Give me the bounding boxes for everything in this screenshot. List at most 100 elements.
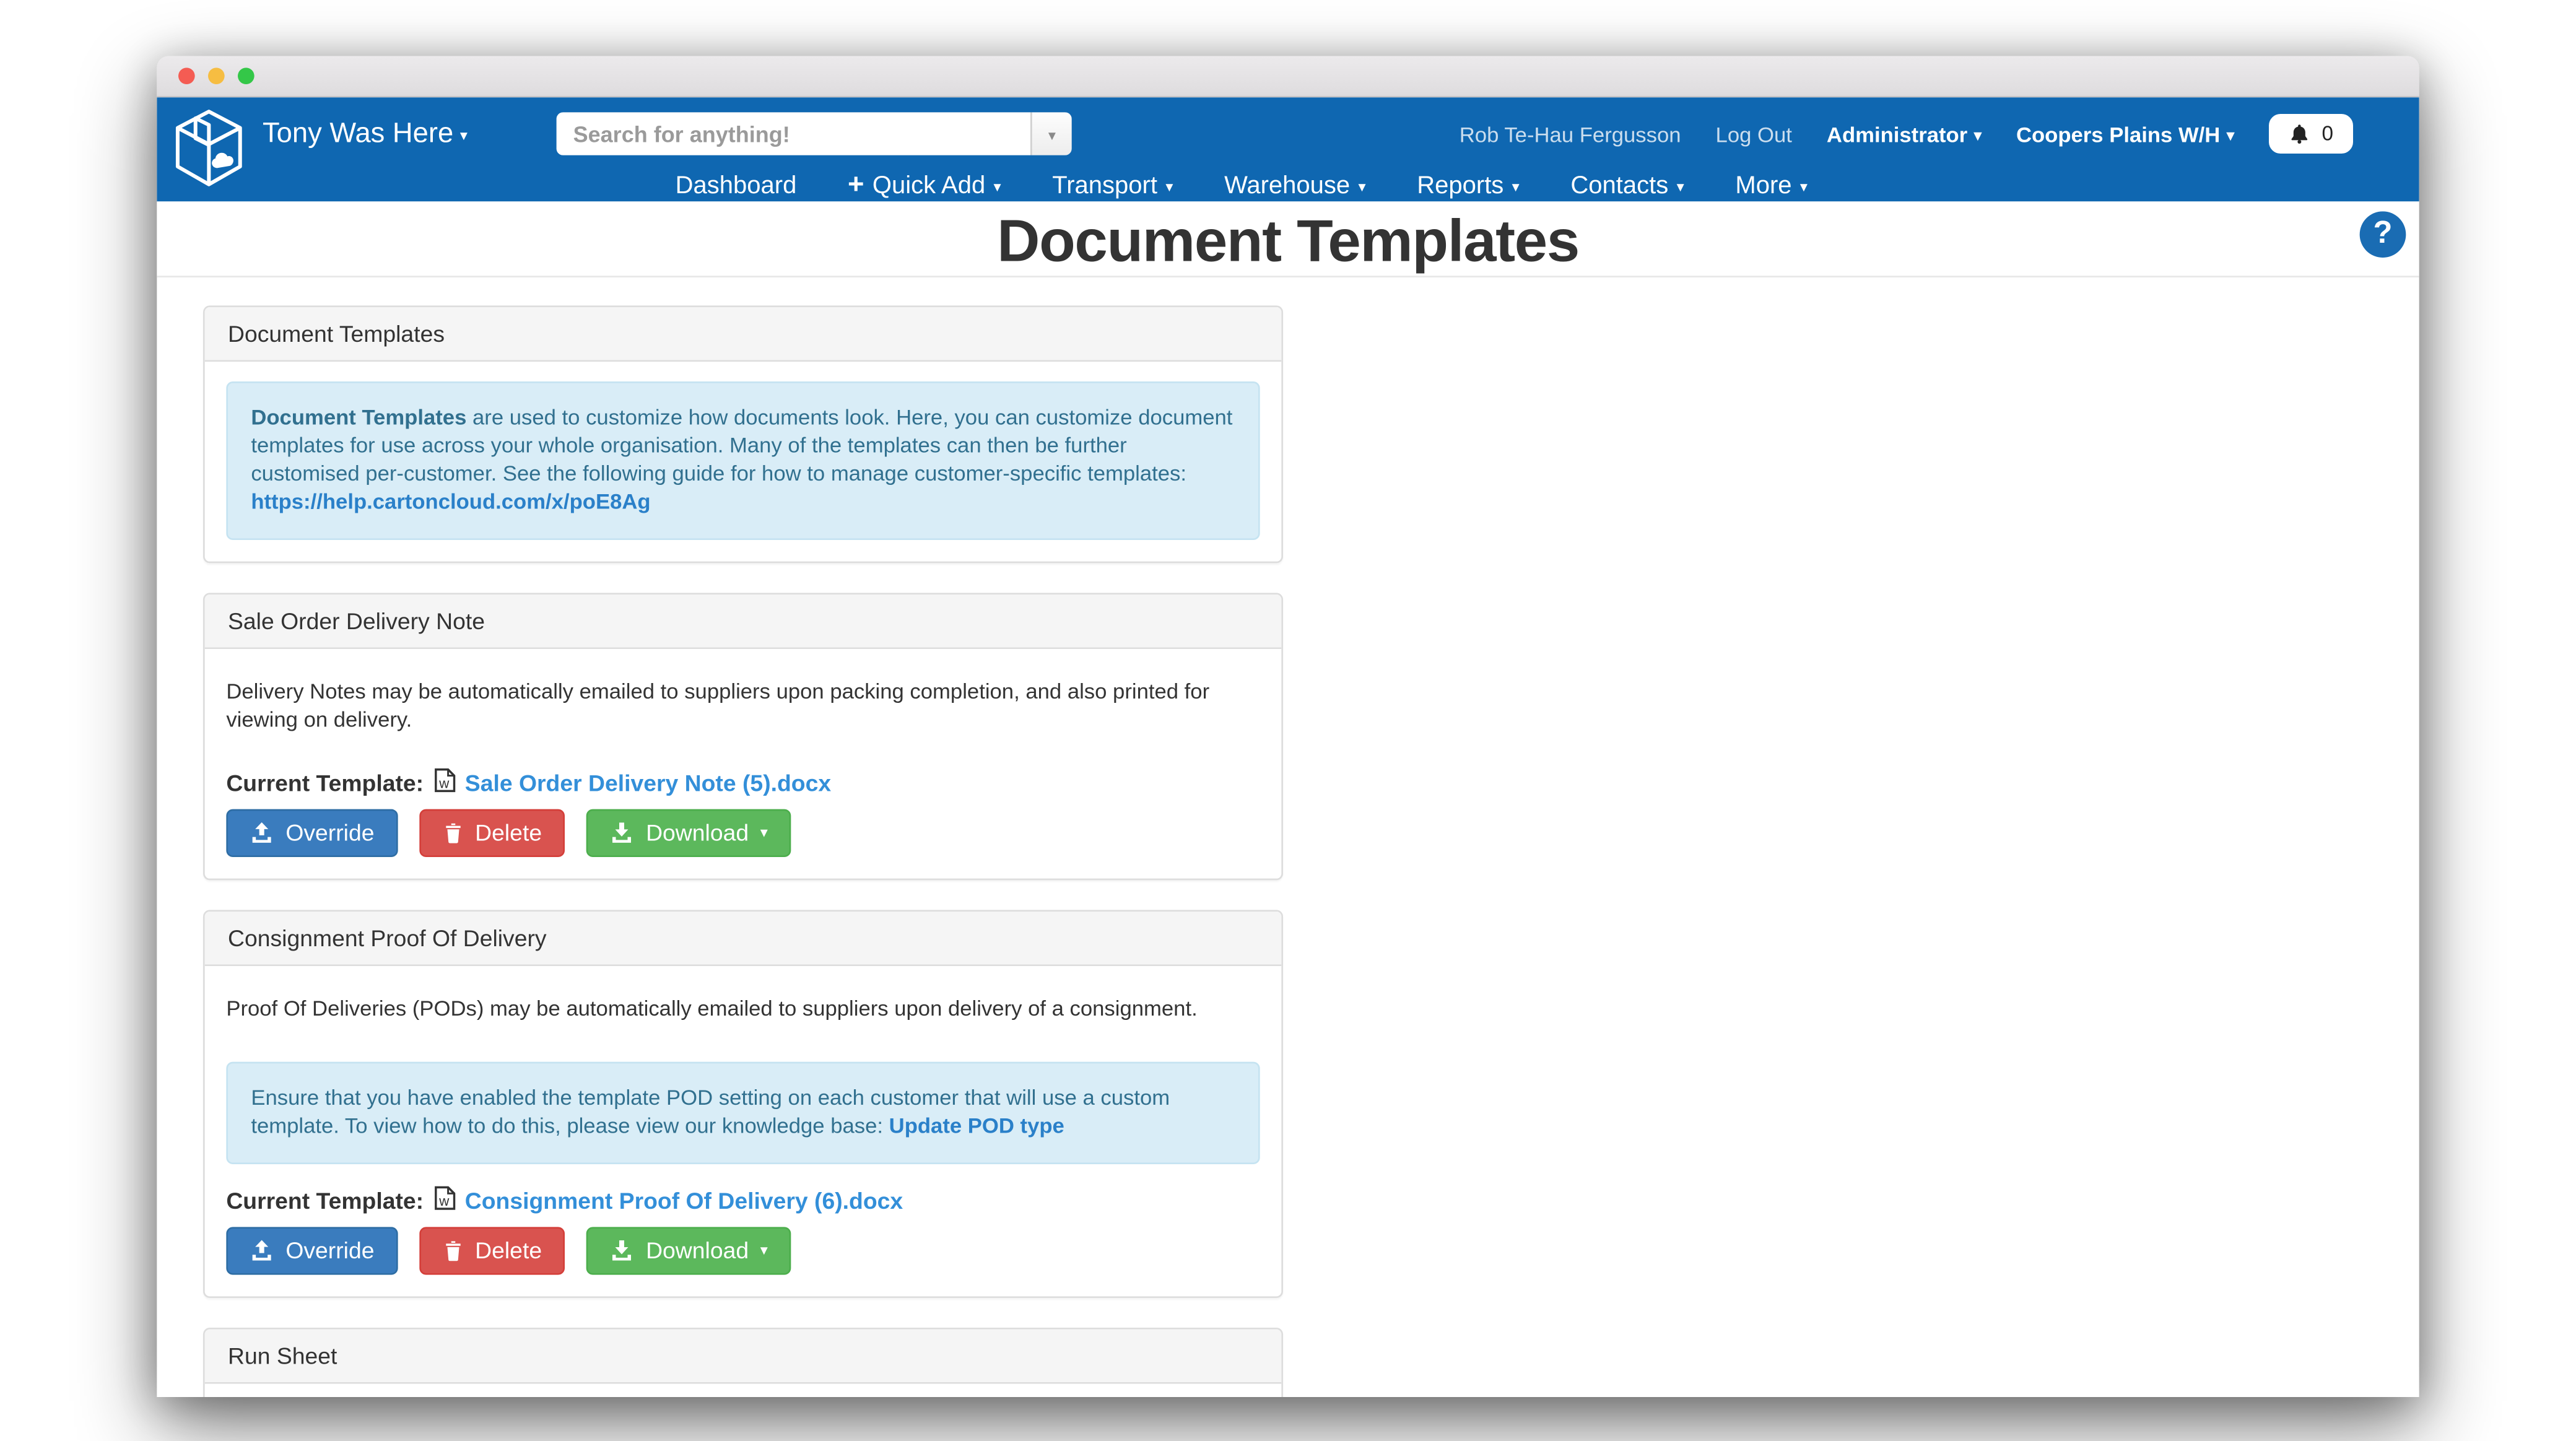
button-label: Delete bbox=[475, 1237, 542, 1264]
caret-down-icon: ▾ bbox=[1048, 128, 1056, 143]
panel-sale-order-delivery-note: Sale Order Delivery Note Delivery Notes … bbox=[203, 592, 1283, 880]
template-file-link[interactable]: Consignment Proof Of Delivery (6).docx bbox=[465, 1187, 903, 1214]
word-document-icon: w bbox=[433, 768, 455, 793]
trash-icon bbox=[442, 821, 464, 845]
delete-button[interactable]: Delete bbox=[419, 1227, 565, 1274]
template-actions: Override Delete bbox=[226, 809, 1260, 856]
minimize-window-icon[interactable] bbox=[208, 67, 225, 84]
help-button[interactable]: ? bbox=[2360, 211, 2406, 258]
nav-item-contacts[interactable]: Contacts ▾ bbox=[1570, 172, 1684, 199]
nav-item-transport[interactable]: Transport ▾ bbox=[1052, 172, 1173, 199]
help-guide-link[interactable]: https://help.cartoncloud.com/x/poE8Ag bbox=[251, 488, 650, 513]
warehouse-menu[interactable]: Coopers Plains W/H ▾ bbox=[2016, 121, 2234, 146]
caret-down-icon: ▾ bbox=[460, 128, 468, 143]
panel-title: Document Templates bbox=[205, 307, 1282, 362]
role-menu[interactable]: Administrator ▾ bbox=[1827, 121, 1982, 146]
nav-label: Contacts bbox=[1570, 172, 1668, 199]
warehouse-label: Coopers Plains W/H bbox=[2016, 121, 2220, 146]
nav-item-warehouse[interactable]: Warehouse ▾ bbox=[1224, 172, 1366, 199]
bell-icon bbox=[2289, 122, 2310, 145]
page-content: Document Templates Document Templates ar… bbox=[157, 277, 2419, 1397]
caret-down-icon: ▾ bbox=[1359, 180, 1366, 195]
override-button[interactable]: Override bbox=[226, 809, 398, 856]
cartoncloud-logo-icon[interactable] bbox=[172, 104, 246, 195]
page-title: Document Templates bbox=[157, 201, 2419, 279]
download-icon bbox=[609, 1239, 634, 1263]
nav-item-reports[interactable]: Reports ▾ bbox=[1417, 172, 1520, 199]
nav-label: Dashboard bbox=[676, 172, 797, 199]
app-header: Tony Was Here ▾ ▾ Rob Te-Hau Fergusson L… bbox=[157, 97, 2419, 201]
notification-count: 0 bbox=[2321, 122, 2333, 145]
nav-item-quick-add[interactable]: + Quick Add ▾ bbox=[848, 172, 1001, 199]
caret-down-icon: ▾ bbox=[760, 825, 768, 840]
caret-down-icon: ▾ bbox=[1974, 128, 1982, 143]
panel-title: Consignment Proof Of Delivery bbox=[205, 912, 1282, 966]
info-well: Document Templates are used to customize… bbox=[226, 381, 1260, 539]
user-toolbar: Rob Te-Hau Fergusson Log Out Administrat… bbox=[1460, 114, 2353, 154]
header-top-row: Tony Was Here ▾ ▾ Rob Te-Hau Fergusson L… bbox=[157, 97, 2419, 167]
info-lead: Document Templates bbox=[251, 404, 466, 429]
panel-description: Delivery Notes may be automatically emai… bbox=[226, 676, 1260, 733]
notifications-button[interactable]: 0 bbox=[2269, 114, 2353, 154]
nav-label: Transport bbox=[1052, 172, 1157, 199]
word-document-icon: w bbox=[433, 1186, 455, 1211]
current-template-label: Current Template: bbox=[226, 769, 424, 796]
download-button[interactable]: Download ▾ bbox=[586, 1227, 791, 1274]
caret-down-icon: ▾ bbox=[2227, 128, 2234, 143]
template-file-link[interactable]: Sale Order Delivery Note (5).docx bbox=[465, 769, 831, 796]
button-label: Download bbox=[646, 1237, 749, 1264]
trash-icon bbox=[442, 1239, 464, 1263]
macos-titlebar bbox=[157, 56, 2419, 98]
caret-down-icon: ▾ bbox=[994, 180, 1001, 195]
nav-item-more[interactable]: More ▾ bbox=[1735, 172, 1808, 199]
screenshot-stage: Tony Was Here ▾ ▾ Rob Te-Hau Fergusson L… bbox=[0, 0, 2576, 1441]
delete-button[interactable]: Delete bbox=[419, 809, 565, 856]
nav-label: Warehouse bbox=[1224, 172, 1350, 199]
panel-title: Sale Order Delivery Note bbox=[205, 594, 1282, 648]
page-heading-bar: Document Templates ? bbox=[157, 201, 2419, 277]
panel-run-sheet: Run Sheet Run Sheets may be exported to … bbox=[203, 1328, 1283, 1397]
plus-icon: + bbox=[848, 170, 864, 198]
caret-down-icon: ▾ bbox=[1677, 180, 1684, 195]
caret-down-icon: ▾ bbox=[760, 1243, 768, 1258]
current-template-label: Current Template: bbox=[226, 1187, 424, 1214]
panel-document-templates: Document Templates Document Templates ar… bbox=[203, 305, 1283, 562]
button-label: Delete bbox=[475, 820, 542, 847]
svg-text:w: w bbox=[438, 776, 449, 791]
panel-description: Proof Of Deliveries (PODs) may be automa… bbox=[226, 994, 1260, 1022]
search-options-button[interactable]: ▾ bbox=[1030, 112, 1072, 155]
maximize-window-icon[interactable] bbox=[238, 67, 255, 84]
button-label: Override bbox=[285, 820, 374, 847]
global-search: ▾ bbox=[557, 112, 1072, 155]
panel-body: Delivery Notes may be automatically emai… bbox=[205, 648, 1282, 879]
tenant-menu[interactable]: Tony Was Here ▾ bbox=[263, 117, 468, 150]
button-label: Override bbox=[285, 1237, 374, 1264]
button-label: Download bbox=[646, 820, 749, 847]
nav-label: Quick Add bbox=[872, 172, 985, 199]
info-well: Ensure that you have enabled the templat… bbox=[226, 1062, 1260, 1164]
nav-label: Reports bbox=[1417, 172, 1503, 199]
question-mark-icon: ? bbox=[2374, 216, 2393, 253]
close-window-icon[interactable] bbox=[178, 67, 195, 84]
svg-text:w: w bbox=[438, 1194, 449, 1209]
role-label: Administrator bbox=[1827, 121, 1967, 146]
caret-down-icon: ▾ bbox=[1165, 180, 1173, 195]
panel-body: Proof Of Deliveries (PODs) may be automa… bbox=[205, 966, 1282, 1296]
logout-link[interactable]: Log Out bbox=[1716, 121, 1792, 146]
panel-title: Run Sheet bbox=[205, 1329, 1282, 1383]
caret-down-icon: ▾ bbox=[1800, 180, 1808, 195]
user-name: Rob Te-Hau Fergusson bbox=[1460, 121, 1681, 146]
current-template-line: Current Template: w Consignment Proof Of… bbox=[226, 1187, 1260, 1214]
override-button[interactable]: Override bbox=[226, 1227, 398, 1274]
download-button[interactable]: Download ▾ bbox=[586, 809, 791, 856]
nav-label: More bbox=[1735, 172, 1791, 199]
main-nav: Dashboard + Quick Add ▾ Transport ▾ Ware… bbox=[157, 167, 2419, 204]
nav-item-dashboard[interactable]: Dashboard bbox=[676, 172, 797, 199]
tenant-name: Tony Was Here bbox=[263, 117, 453, 150]
search-input[interactable] bbox=[557, 112, 1030, 155]
upload-icon bbox=[250, 821, 274, 845]
upload-icon bbox=[250, 1239, 274, 1263]
update-pod-type-link[interactable]: Update POD type bbox=[889, 1113, 1064, 1138]
download-icon bbox=[609, 821, 634, 845]
current-template-line: Current Template: w Sale Order Delivery … bbox=[226, 769, 1260, 796]
